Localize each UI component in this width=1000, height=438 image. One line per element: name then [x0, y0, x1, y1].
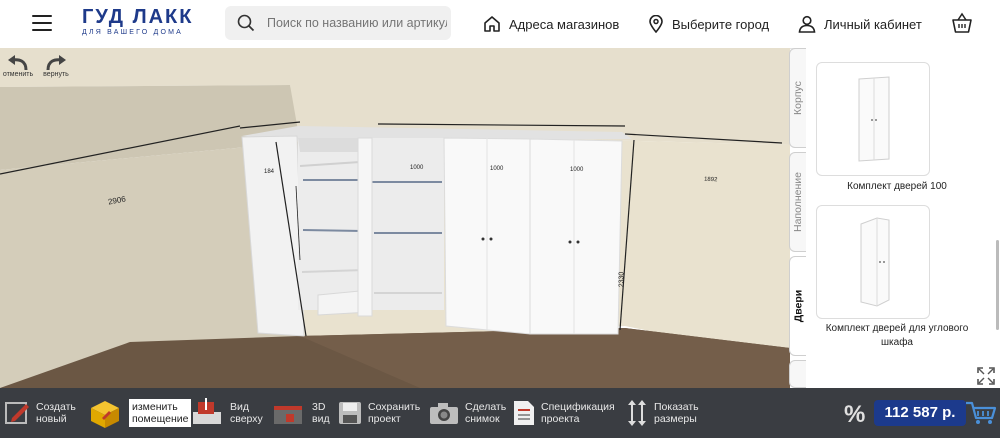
dimensions-arrows-icon — [628, 400, 646, 426]
tab-doors-label: Двери — [792, 289, 805, 323]
dim-height: 2330 — [618, 271, 626, 288]
product-caption: Комплект дверей 100 — [847, 181, 947, 192]
tool-label-1: Показать — [654, 401, 699, 413]
logo[interactable]: ГУД ЛАКК ДЛЯ ВАШЕГО ДОМА — [82, 6, 193, 37]
tool-label-2: снимок — [465, 413, 500, 425]
discount-button[interactable]: % — [844, 401, 865, 429]
tool-label-1: Вид — [230, 401, 249, 413]
tool-label-1: Сохранить — [368, 401, 421, 413]
take-snapshot-button[interactable]: Сделать снимок — [429, 388, 506, 438]
dim-section-2: 1000 — [490, 166, 504, 172]
panel-tabs: Корпус Наполнение Двери — [789, 48, 806, 388]
show-dimensions-button[interactable]: Показать размеры — [626, 388, 699, 438]
tool-label-2: новый — [36, 413, 67, 425]
tool-label-1: Сделать — [465, 401, 507, 413]
undo-button[interactable]: отменить — [0, 55, 36, 78]
undo-label: отменить — [2, 71, 34, 78]
edit-room-button[interactable]: изменить помещение — [87, 388, 192, 438]
product-caption: Комплект дверей для углового шкафа — [825, 323, 969, 348]
tab-extra[interactable] — [789, 360, 806, 388]
nav-account-label: Личный кабинет — [824, 16, 922, 32]
tool-label-2: помещение — [132, 413, 189, 425]
tool-label-2: проекта — [541, 413, 580, 425]
floppy-disk-icon — [339, 402, 361, 424]
home-icon — [484, 16, 500, 32]
3d-view-icon — [274, 406, 302, 424]
tool-label-1: Создать — [36, 401, 76, 413]
dim-top-depth: 184 — [264, 169, 275, 175]
redo-label: вернуть — [43, 71, 69, 78]
nav-stores-label: Адреса магазинов — [509, 16, 620, 32]
tab-body-label: Корпус — [792, 81, 804, 115]
tool-label-2: проект — [368, 413, 401, 425]
room-cube-icon — [91, 401, 119, 428]
logo-sub: ДЛЯ ВАШЕГО ДОМА — [82, 29, 183, 36]
search-icon[interactable] — [237, 14, 255, 32]
price-badge[interactable]: 112 587 р. — [874, 400, 966, 426]
tool-label-1: 3D — [312, 401, 326, 413]
undo-icon — [8, 55, 28, 71]
nav-stores[interactable]: Адреса магазинов — [483, 14, 619, 34]
tab-filling-label: Наполнение — [792, 172, 804, 232]
room-render — [0, 48, 790, 388]
redo-icon — [46, 55, 66, 71]
redo-button[interactable]: вернуть — [38, 55, 74, 78]
search-box — [225, 6, 451, 40]
nav-city[interactable]: Выберите город — [648, 14, 769, 34]
tab-doors[interactable]: Двери — [789, 256, 806, 356]
door-set-image — [858, 76, 890, 162]
location-pin-icon — [649, 15, 663, 33]
product-card-door-set-100[interactable] — [816, 62, 930, 176]
document-icon — [514, 401, 534, 425]
user-icon — [798, 15, 816, 33]
tool-label-1: изменить — [132, 401, 178, 413]
nav-account[interactable]: Личный кабинет — [798, 14, 922, 34]
top-view-icon — [193, 398, 221, 424]
tool-label-2: размеры — [654, 413, 697, 425]
dim-section-1: 1000 — [410, 165, 424, 171]
tab-filling[interactable]: Наполнение — [789, 152, 806, 252]
top-view-button[interactable]: Вид сверху — [190, 388, 263, 438]
room-3d-view[interactable]: 2906 184 1000 1000 1000 1892 2330 — [0, 48, 790, 388]
dim-right-wall: 1892 — [703, 176, 718, 184]
3d-view-button[interactable]: 3D вид — [272, 388, 330, 438]
save-project-button[interactable]: Сохранить проект — [338, 388, 420, 438]
product-panel: Комплект дверей 100 Комплект дверей для … — [806, 48, 1000, 388]
tab-body[interactable]: Корпус — [789, 48, 806, 148]
project-spec-button[interactable]: Спецификация проекта — [513, 388, 615, 438]
dim-section-3: 1000 — [570, 167, 584, 173]
panel-scrollbar[interactable] — [996, 240, 999, 330]
create-new-button[interactable]: Создать новый — [4, 388, 76, 438]
new-project-icon — [5, 402, 29, 424]
header: ГУД ЛАКК ДЛЯ ВАШЕГО ДОМА Адреса магазино… — [0, 0, 1000, 49]
corner-door-set-image — [860, 217, 890, 307]
product-card-corner-door-set[interactable] — [816, 205, 930, 319]
basket-icon[interactable] — [965, 400, 997, 426]
tool-label-2: сверху — [230, 413, 263, 425]
tool-label-2: вид — [312, 413, 330, 425]
camera-icon — [430, 403, 458, 424]
tool-label-1: Спецификация — [541, 401, 615, 413]
search-input[interactable] — [267, 14, 447, 32]
nav-city-label: Выберите город — [672, 16, 770, 32]
fullscreen-icon[interactable] — [976, 366, 996, 386]
logo-main: ГУД ЛАКК — [82, 6, 194, 28]
menu-icon[interactable] — [32, 15, 52, 31]
cart-icon[interactable] — [951, 12, 973, 34]
